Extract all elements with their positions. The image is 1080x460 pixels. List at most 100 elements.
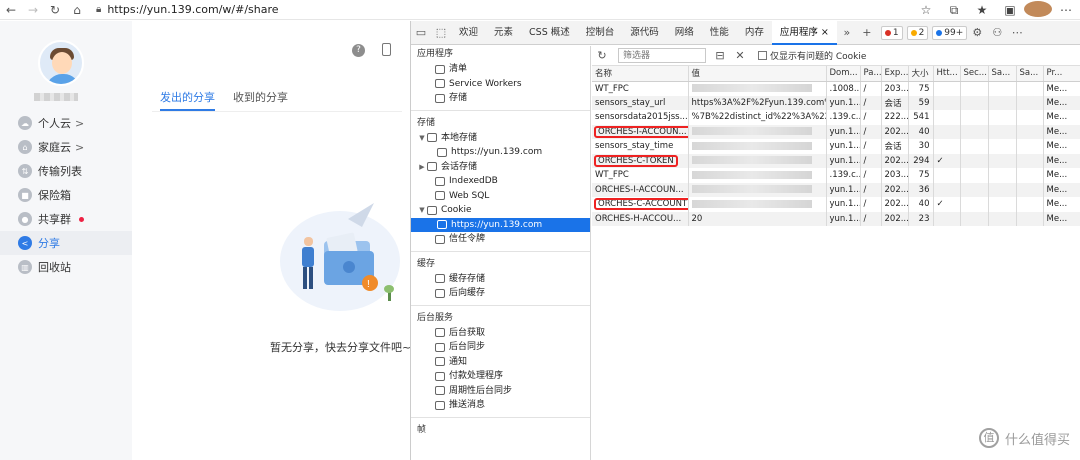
more-icon[interactable]: ⋯ — [1007, 26, 1027, 39]
refresh-icon[interactable]: ↻ — [592, 49, 612, 62]
tree-item-trust-tokens[interactable]: 信任令牌 — [411, 232, 590, 247]
cookie-secure — [960, 211, 989, 226]
col-expires[interactable]: Exp... — [881, 66, 909, 82]
only-issues-checkbox[interactable] — [758, 51, 767, 60]
tree-item-bg-sync[interactable]: 后台同步 — [411, 340, 590, 355]
tree-item-local-storage[interactable]: ▼ 本地存储 — [411, 131, 590, 146]
cookie-httponly — [933, 81, 961, 96]
col-samesite[interactable]: Sa... — [988, 66, 1017, 82]
filter-input[interactable]: 筛选器 — [618, 48, 706, 63]
col-domain[interactable]: Dom... — [826, 66, 861, 82]
table-row[interactable]: sensors_stay_time yun.1... / 会话 30 Me... — [592, 139, 1080, 154]
home-icon[interactable]: ⌂ — [66, 0, 88, 20]
col-path[interactable]: Pa... — [860, 66, 882, 82]
tab-application[interactable]: 应用程序 × — [771, 20, 837, 45]
tree-item-cache-storage[interactable]: 缓存存储 — [411, 272, 590, 287]
table-row[interactable]: WT_FPC .1008.../203... 75 Me... — [592, 81, 1080, 96]
tab-performance[interactable]: 性能 — [702, 21, 737, 45]
col-name[interactable]: 名称 — [592, 66, 689, 82]
profile-icon[interactable] — [1024, 0, 1052, 20]
inspect-icon[interactable]: ⬚ — [431, 26, 451, 39]
mobile-icon[interactable] — [382, 43, 391, 56]
sidebar-item-safe[interactable]: ■ 保险箱 — [0, 183, 132, 207]
expand-arrow-icon: ▼ — [419, 133, 425, 142]
sync-icon — [435, 342, 445, 352]
table-row[interactable]: ORCHES-C-TOKEN yun.1.../202... 294 ✓ Me... — [592, 153, 1080, 168]
tree-item-payment[interactable]: 付款处理程序 — [411, 369, 590, 384]
table-row[interactable]: ORCHES-I-ACCOUN... yun.1.../202... 40 Me... — [592, 124, 1080, 139]
settings-icon[interactable]: ⚙ — [967, 26, 987, 39]
tab-welcome[interactable]: 欢迎 — [451, 21, 486, 45]
table-row[interactable]: ORCHES-C-ACCOUNT yun.1.../202... 40 ✓ Me... — [592, 197, 1080, 212]
col-size[interactable]: 大小 — [908, 66, 934, 82]
tree-item-bfcache[interactable]: 后向缓存 — [411, 286, 590, 301]
cookie-path: / — [860, 168, 882, 183]
col-sameparty[interactable]: Sa... — [1016, 66, 1044, 82]
tree-item-push[interactable]: 推送消息 — [411, 398, 590, 413]
tab-network[interactable]: 网络 — [667, 21, 702, 45]
tab-sent-shares[interactable]: 发出的分享 — [160, 89, 215, 111]
device-toolbar-icon[interactable]: ▭ — [411, 26, 431, 39]
tree-item-storage[interactable]: 存储 — [411, 91, 590, 106]
tab-memory[interactable]: 内存 — [737, 21, 772, 45]
collections-icon[interactable]: ▣ — [996, 3, 1024, 17]
tree-item-indexeddb[interactable]: IndexedDB — [411, 174, 590, 189]
tab-received-shares[interactable]: 收到的分享 — [233, 89, 288, 111]
error-badge[interactable]: 1 — [880, 25, 903, 40]
sidebar-item-personal-cloud[interactable]: ☁︎ 个人云 > — [0, 111, 132, 135]
empty-illustration: ! — [280, 203, 400, 311]
address-bar[interactable]: 🔒︎ https://yun.139.com/w/#/share — [92, 0, 822, 20]
tree-item-notifications[interactable]: 通知 — [411, 355, 590, 370]
cookie-samesite — [988, 211, 1017, 226]
forward-icon[interactable]: → — [22, 0, 44, 20]
app-sidebar: ☁︎ 个人云 > ⌂ 家庭云 > ⇅ 传输列表 ■ 保险箱 ● 共享群 < 分享 ▥… — [0, 21, 132, 460]
sidebar-item-transfer[interactable]: ⇅ 传输列表 — [0, 159, 132, 183]
sidebar-item-share[interactable]: < 分享 — [0, 231, 132, 255]
tree-item-manifest[interactable]: 清单 — [411, 62, 590, 77]
table-row[interactable]: WT_FPC .139.c.../203...75 Me... — [592, 168, 1080, 183]
table-row[interactable]: ORCHES-H-ACCOU... 20 yun.1.../202... 23 Me..… — [592, 211, 1080, 226]
col-secure[interactable]: Sec... — [960, 66, 989, 82]
tree-item-session-storage[interactable]: ▶ 会话存储 — [411, 160, 590, 175]
table-row[interactable]: sensorsdata2015jss... %7B%22distinct_id%2… — [592, 110, 1080, 125]
refresh-icon[interactable]: ↻ — [44, 0, 66, 20]
tree-item-service-workers[interactable]: Service Workers — [411, 77, 590, 92]
col-priority[interactable]: Pr... — [1043, 66, 1080, 82]
cookie-secure — [960, 153, 989, 168]
col-value[interactable]: 值 — [688, 66, 827, 82]
add-tab-icon[interactable]: + — [857, 26, 877, 39]
sidebar-item-group[interactable]: ● 共享群 — [0, 207, 132, 231]
more-icon[interactable]: ⋯ — [1052, 3, 1080, 17]
cookie-httponly — [933, 168, 961, 183]
sidebar-item-family-cloud[interactable]: ⌂ 家庭云 > — [0, 135, 132, 159]
cookie-sameparty — [1016, 168, 1044, 183]
clear-filter-icon[interactable]: ⊟ — [710, 49, 730, 62]
more-tabs-icon[interactable]: » — [837, 26, 857, 39]
tab-console[interactable]: 控制台 — [578, 21, 623, 45]
back-icon[interactable]: ← — [0, 0, 22, 20]
favorites-icon[interactable]: ★ — [968, 3, 996, 17]
table-row[interactable]: ORCHES-I-ACCOUN... yun.1.../202... 36 Me... — [592, 182, 1080, 197]
tree-item-periodic-sync[interactable]: 周期性后台同步 — [411, 384, 590, 399]
tree-item-local-yun[interactable]: https://yun.139.com — [411, 145, 590, 160]
feedback-icon[interactable]: ⚇ — [987, 26, 1007, 39]
tab-elements[interactable]: 元素 — [486, 21, 521, 45]
sidebar-item-trash[interactable]: ▥ 回收站 — [0, 255, 132, 279]
tree-item-cookie-yun[interactable]: https://yun.139.com — [411, 217, 590, 232]
cookie-domain: yun.1... — [826, 197, 861, 212]
warning-badge[interactable]: 2 — [906, 25, 929, 40]
tab-css-overview[interactable]: CSS 概述 — [521, 21, 578, 45]
table-row[interactable]: sensors_stay_url https%3A%2F%2Fyun.139.co… — [592, 95, 1080, 110]
help-icon[interactable]: ? — [352, 44, 365, 57]
info-badge[interactable]: 99+ — [932, 25, 968, 40]
tab-sources[interactable]: 源代码 — [622, 21, 667, 45]
extensions-icon[interactable]: ⧉ — [940, 3, 968, 18]
favorite-add-icon[interactable]: ☆ — [912, 3, 940, 17]
tree-item-websql[interactable]: Web SQL — [411, 189, 590, 204]
col-httponly[interactable]: Htt... — [933, 66, 961, 82]
tree-item-cookie[interactable]: ▼ Cookie — [411, 203, 590, 218]
cookie-panel: ↻ 筛选器 ⊟ ✕ 仅显示有问题的 Cookie 名称 值 Dom... Pa.… — [592, 46, 1080, 460]
avatar[interactable] — [38, 40, 84, 86]
delete-icon[interactable]: ✕ — [730, 49, 750, 62]
tree-item-bg-fetch[interactable]: 后台获取 — [411, 326, 590, 341]
